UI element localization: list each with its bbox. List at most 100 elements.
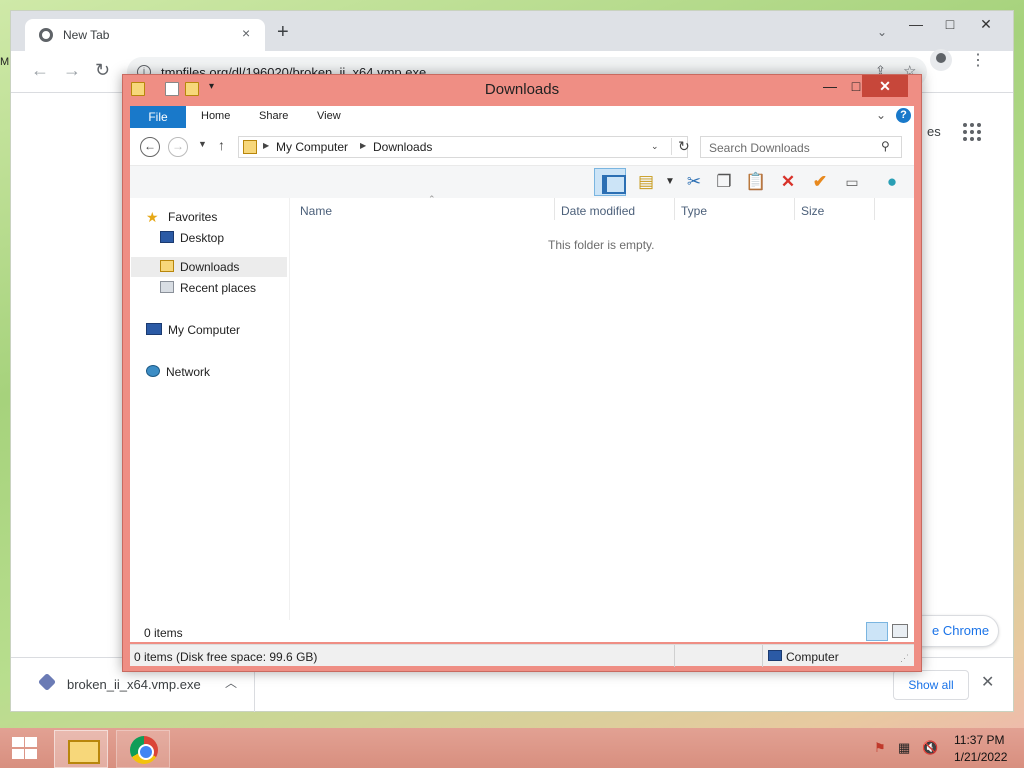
downloads-folder-icon — [160, 260, 174, 272]
clock-time[interactable]: 11:37 PM — [954, 733, 1004, 747]
expand-ribbon-icon[interactable]: ⌄ — [876, 108, 886, 122]
layout-pane-icon[interactable] — [594, 168, 626, 196]
tab-close-icon[interactable]: × — [242, 25, 250, 41]
taskbar-file-explorer-icon[interactable] — [54, 730, 108, 768]
nav-downloads[interactable]: Downloads — [160, 257, 239, 277]
new-tab-button[interactable]: + — [277, 22, 289, 42]
status-divider — [674, 645, 675, 667]
recent-locations-icon[interactable]: ▼ — [198, 139, 207, 149]
breadcrumb-downloads[interactable]: Downloads — [373, 140, 432, 154]
checkmark-icon[interactable]: ✔ — [808, 170, 832, 194]
large-icons-view-icon[interactable] — [892, 624, 908, 638]
nav-label: Downloads — [180, 260, 240, 274]
tab-title: New Tab — [63, 28, 110, 42]
items-count: 0 items — [144, 626, 183, 640]
rename-icon[interactable]: ▭ — [840, 170, 864, 194]
delete-icon[interactable]: ✕ — [776, 170, 800, 194]
column-size[interactable]: Size — [801, 204, 824, 218]
network-icon — [146, 365, 160, 377]
navigation-bar: ← → ▼ ↑ ▶ My Computer ▶ Downloads ⌄ ↻ Se… — [130, 128, 914, 166]
column-date-modified[interactable]: Date modified — [561, 204, 635, 218]
breadcrumb-my-computer[interactable]: My Computer — [276, 140, 348, 154]
network-globe-icon[interactable]: ● — [880, 170, 904, 194]
nav-label: Recent places — [180, 281, 257, 295]
details-view-icon[interactable] — [866, 622, 888, 641]
tab-file[interactable]: File — [130, 106, 186, 128]
up-arrow-icon[interactable]: ↑ — [218, 137, 225, 153]
show-all-button[interactable]: Show all — [893, 670, 969, 700]
computer-icon — [146, 323, 162, 335]
nav-desktop[interactable]: Desktop — [160, 228, 224, 248]
chrome-maximize-button[interactable]: □ — [933, 13, 967, 35]
column-divider[interactable] — [874, 198, 875, 220]
column-divider[interactable] — [794, 198, 795, 220]
column-name[interactable]: Name — [300, 204, 332, 218]
downloads-folder-icon — [243, 140, 257, 154]
resize-grip-icon[interactable]: ⋰ — [900, 653, 909, 664]
nav-network[interactable]: Network — [146, 362, 210, 382]
profile-avatar-icon[interactable] — [930, 49, 952, 71]
google-apps-icon[interactable] — [963, 123, 981, 141]
download-file-name: broken_ii_x64.vmp.exe — [67, 677, 201, 692]
tab-view[interactable]: View — [317, 110, 341, 122]
reload-icon[interactable]: ↻ — [95, 60, 110, 81]
chrome-menu-icon[interactable]: ⋮ — [970, 50, 986, 70]
select-folder-icon[interactable]: ▤ — [634, 170, 658, 194]
search-icon[interactable]: ⚲ — [881, 139, 890, 153]
dropdown-arrow-icon[interactable]: ▼ — [658, 170, 682, 194]
recent-places-icon — [160, 281, 174, 293]
taskbar-chrome-icon[interactable] — [116, 730, 170, 768]
nav-my-computer[interactable]: My Computer — [146, 320, 240, 340]
network-tray-icon[interactable]: ▦ — [898, 740, 910, 756]
search-input[interactable]: Search Downloads ⚲ — [700, 136, 902, 158]
back-arrow-icon[interactable]: ← — [31, 60, 49, 81]
content-area: ★ Favorites Desktop Downloads Recent plac… — [130, 194, 914, 640]
search-placeholder: Search Downloads — [709, 141, 810, 155]
volume-muted-icon[interactable]: 🔇 — [922, 740, 938, 756]
explorer-close-button[interactable]: ✕ — [862, 75, 908, 97]
nav-recent-places[interactable]: Recent places — [160, 278, 256, 298]
column-divider[interactable] — [554, 198, 555, 220]
tab-new-tab[interactable]: New Tab × — [25, 19, 265, 51]
ntp-link-fragment[interactable]: es — [927, 124, 941, 139]
chevron-up-icon[interactable]: ︿ — [225, 674, 237, 691]
status-bar: 0 items (Disk free space: 99.6 GB) Compu… — [130, 644, 914, 667]
computer-icon — [768, 650, 782, 661]
back-button[interactable]: ← — [140, 137, 160, 157]
chrome-minimize-button[interactable]: — — [899, 13, 933, 35]
sort-indicator-icon: ⌃ — [428, 194, 436, 204]
navigation-pane: ★ Favorites Desktop Downloads Recent plac… — [130, 198, 290, 640]
windows-start-icon[interactable] — [10, 736, 38, 760]
forward-arrow-icon[interactable]: → — [63, 60, 81, 81]
refresh-icon[interactable]: ↻ — [671, 138, 690, 155]
help-icon[interactable]: ? — [896, 108, 911, 123]
status-location: Computer — [786, 650, 839, 664]
explorer-minimize-button[interactable]: — — [817, 75, 843, 97]
breadcrumb-separator-icon[interactable]: ▶ — [263, 141, 269, 150]
nav-label: Desktop — [180, 231, 225, 245]
clock-date[interactable]: 1/21/2022 — [954, 750, 1007, 764]
chrome-close-button[interactable]: ✕ — [969, 13, 1003, 35]
breadcrumb-separator-icon[interactable]: ▶ — [360, 141, 366, 150]
desktop-icon — [160, 231, 174, 243]
taskbar: ⚑ ▦ 🔇 11:37 PM 1/21/2022 — [0, 728, 1024, 768]
address-dropdown-icon[interactable]: ⌄ — [651, 141, 659, 152]
explorer-window: ▾ Downloads — □ ✕ File Home Share View ⌄… — [122, 74, 922, 672]
empty-folder-message: This folder is empty. — [548, 238, 655, 252]
nav-label: My Computer — [168, 323, 241, 337]
cut-icon[interactable]: ✂ — [682, 170, 706, 194]
tab-home[interactable]: Home — [201, 110, 230, 122]
paste-icon[interactable]: 📋 — [744, 170, 768, 194]
close-shelf-icon[interactable]: ✕ — [981, 672, 994, 692]
tab-share[interactable]: Share — [259, 110, 288, 122]
action-center-flag-icon[interactable]: ⚑ — [874, 740, 886, 756]
copy-icon[interactable]: ❐ — [712, 170, 736, 194]
nav-favorites[interactable]: ★ Favorites — [146, 207, 217, 227]
exe-file-icon — [37, 672, 57, 692]
explorer-address-bar[interactable]: ▶ My Computer ▶ Downloads ⌄ ↻ — [238, 136, 690, 158]
tab-search-chevron-icon[interactable]: ⌄ — [877, 25, 887, 39]
forward-button[interactable]: → — [168, 137, 188, 157]
column-type[interactable]: Type — [681, 204, 707, 218]
status-divider — [762, 645, 763, 667]
column-divider[interactable] — [674, 198, 675, 220]
